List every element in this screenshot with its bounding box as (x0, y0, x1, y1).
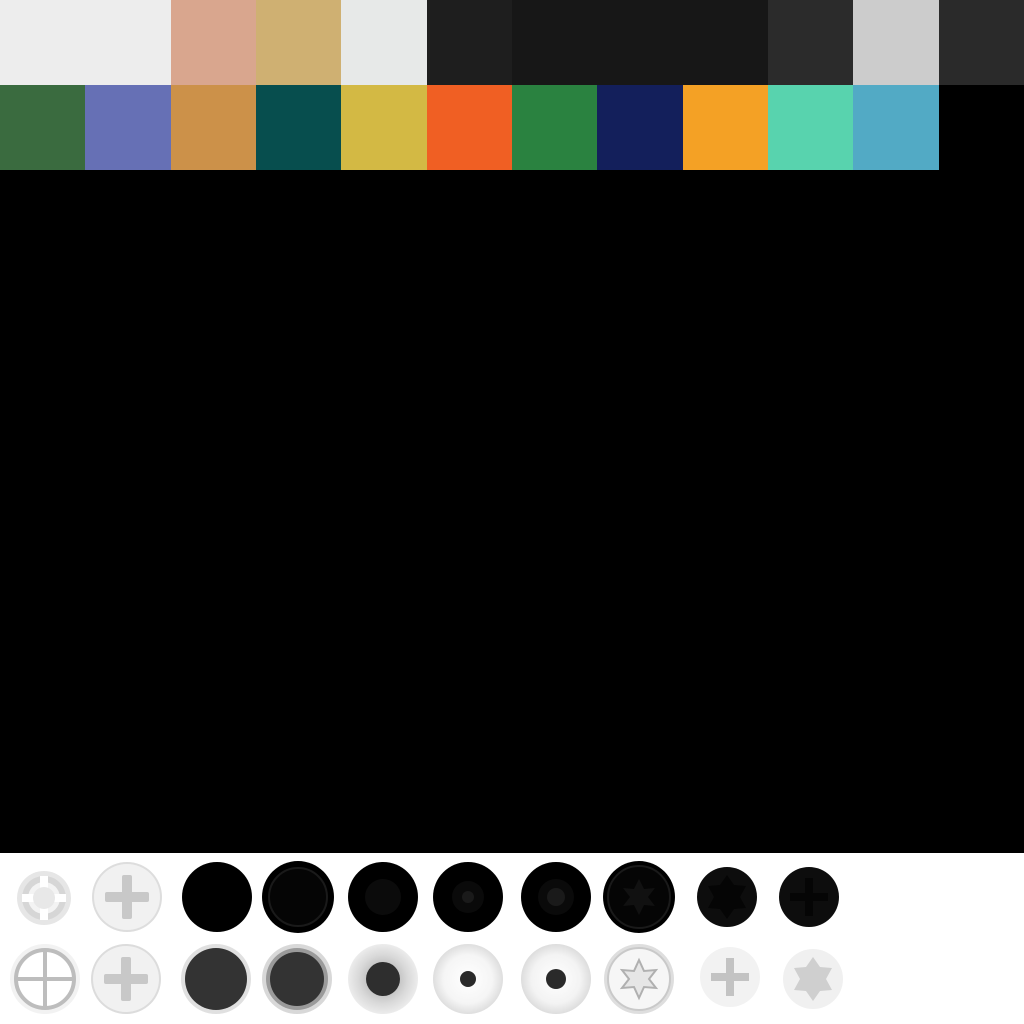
dot-screw-icon (432, 861, 504, 933)
color-swatch (511, 0, 598, 85)
color-swatch (511, 85, 598, 170)
torx-screw-icon (602, 860, 676, 934)
color-swatch (767, 0, 854, 85)
color-swatch (341, 0, 427, 85)
slotted-cross-screw-icon (9, 943, 81, 1015)
color-swatch (853, 0, 939, 85)
palette-row-2 (0, 85, 939, 170)
color-swatch (853, 85, 939, 170)
screw-icon-panel (0, 853, 1024, 1024)
empty-canvas (0, 170, 1024, 853)
color-swatch (938, 0, 1024, 85)
color-swatch (597, 0, 683, 85)
palette-row-1 (0, 0, 1024, 85)
color-swatch (170, 85, 256, 170)
recessed-screw-icon (347, 943, 419, 1015)
hex-screw-icon (782, 948, 844, 1010)
torx-screw-icon (603, 943, 675, 1015)
color-swatch (85, 85, 171, 170)
color-swatch (341, 85, 427, 170)
color-swatch (682, 85, 768, 170)
color-swatch (426, 0, 512, 85)
color-swatch (85, 0, 171, 85)
ringed-screw-icon (261, 943, 333, 1015)
color-swatch (426, 85, 512, 170)
color-swatch (255, 85, 342, 170)
phillips-screw-icon (90, 943, 162, 1015)
phillips-screw-icon (91, 861, 163, 933)
crosshair-screw-icon (16, 870, 72, 926)
color-swatch (597, 85, 683, 170)
color-swatch (682, 0, 768, 85)
ringed-screw-icon (261, 860, 335, 934)
color-swatch (0, 85, 86, 170)
dot-screw-icon (520, 943, 592, 1015)
color-swatch (767, 85, 854, 170)
phillips-screw-icon (778, 866, 840, 928)
color-swatch (0, 0, 86, 85)
plain-screw-icon (180, 943, 252, 1015)
color-swatch (255, 0, 342, 85)
plain-screw-icon (181, 861, 253, 933)
dot-screw-icon (432, 943, 504, 1015)
hex-screw-icon (696, 866, 758, 928)
recessed-screw-icon (347, 861, 419, 933)
dot-screw-icon (520, 861, 592, 933)
phillips-screw-icon (699, 946, 761, 1008)
color-swatch (170, 0, 256, 85)
